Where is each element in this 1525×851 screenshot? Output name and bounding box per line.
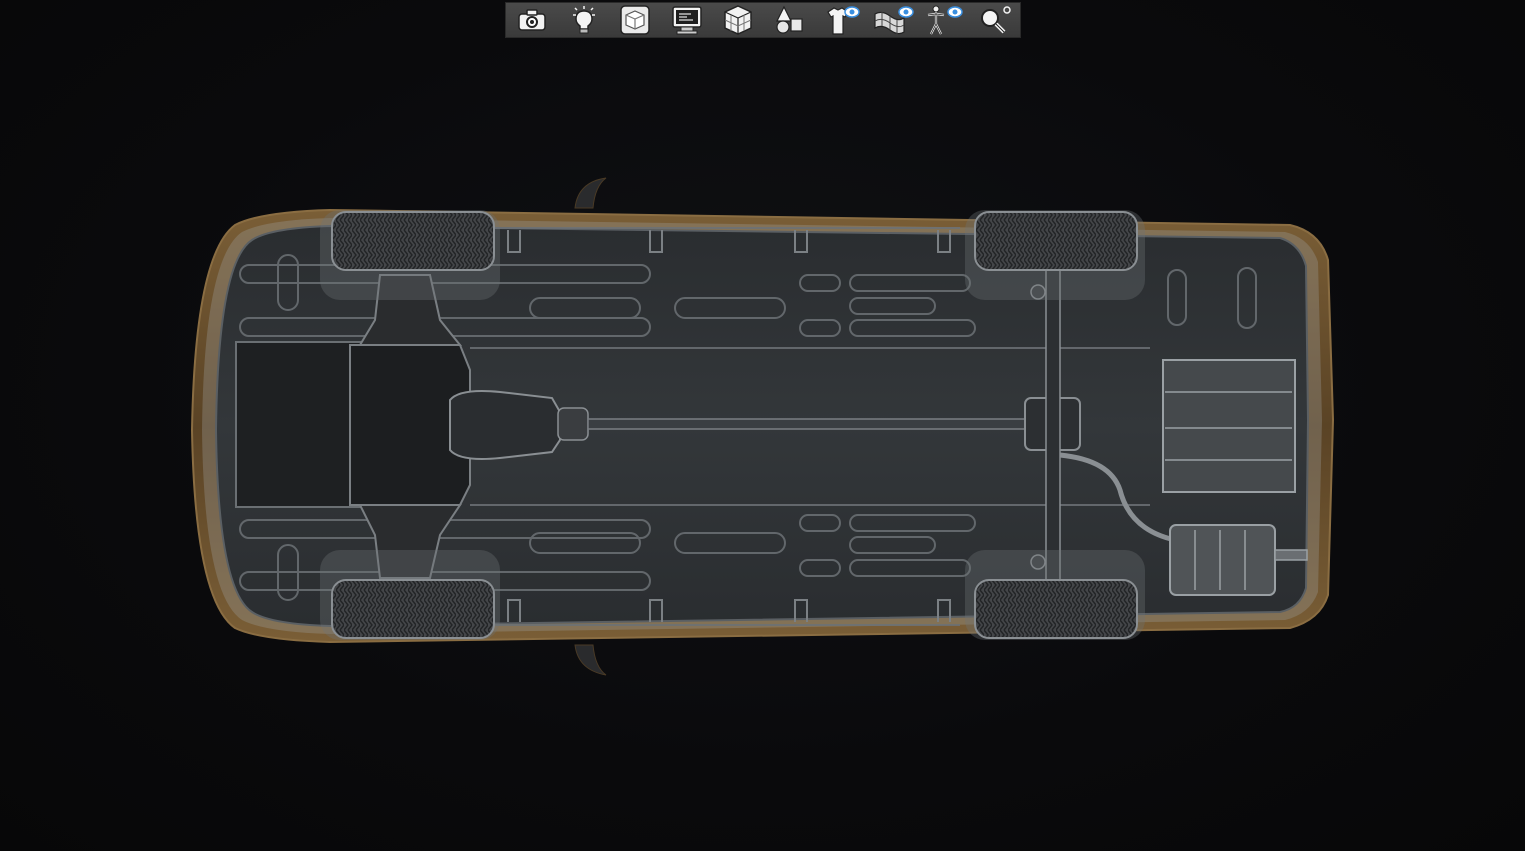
fuel-tank: [1162, 359, 1296, 493]
primitives-button[interactable]: [772, 4, 808, 36]
shirt-visibility-icon: [822, 4, 861, 36]
zoom-icon: [978, 4, 1014, 36]
wheel-rear-left: [965, 210, 1145, 300]
car-underside-model[interactable]: [0, 0, 1525, 851]
primitives-icon: [774, 5, 806, 35]
wireframe-cube-icon: [722, 4, 754, 36]
solid-cube-icon: [620, 5, 650, 35]
mesh-visibility-icon: [872, 4, 914, 36]
lighting-button[interactable]: [566, 4, 602, 36]
camera-icon: [516, 7, 548, 33]
monitor-icon: [671, 5, 703, 35]
lightbulb-icon: [570, 5, 598, 35]
solid-shading-button[interactable]: [617, 4, 653, 36]
wireframe-shading-button[interactable]: [720, 4, 756, 36]
skeleton-visibility-button[interactable]: [924, 4, 964, 36]
3d-viewport[interactable]: [0, 0, 1525, 851]
viewport-toolbar: [505, 2, 1021, 38]
mirror-right: [574, 644, 607, 676]
mesh-visibility-button[interactable]: [872, 4, 914, 36]
wheel-front-left: [320, 210, 500, 300]
skeleton-visibility-icon: [924, 4, 964, 36]
zoom-button[interactable]: [978, 4, 1014, 36]
wheel-front-right: [320, 550, 500, 640]
clothing-visibility-button[interactable]: [822, 4, 861, 36]
snapshot-button[interactable]: [514, 4, 550, 36]
display-settings-button[interactable]: [669, 4, 705, 36]
mirror-left: [574, 177, 607, 209]
wheel-rear-right: [965, 550, 1145, 640]
